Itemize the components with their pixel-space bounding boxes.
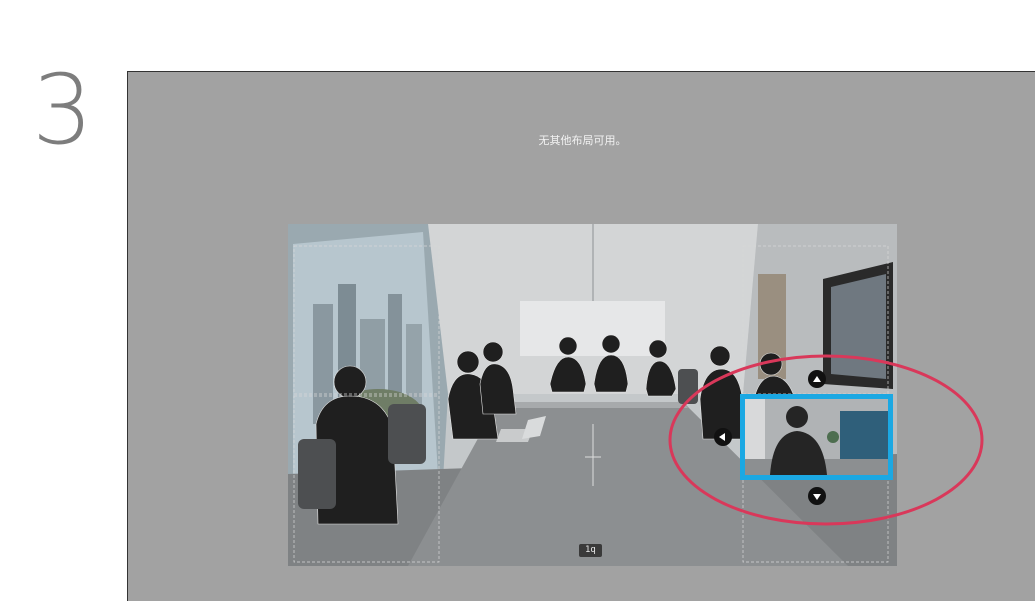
self-view-pip[interactable] — [740, 394, 893, 480]
participant-badge: 1q — [579, 544, 602, 557]
self-view-image — [745, 399, 888, 475]
arrow-down-icon[interactable] — [808, 487, 826, 505]
arrow-left-icon[interactable] — [714, 428, 732, 446]
layout-message: 无其他布局可用。 — [538, 134, 627, 147]
video-screen: 无其他布局可用。 1q — [127, 71, 1035, 601]
main-video-feed: 1q — [288, 224, 897, 566]
arrow-up-icon[interactable] — [808, 370, 826, 388]
step-number: 3 — [32, 54, 94, 166]
